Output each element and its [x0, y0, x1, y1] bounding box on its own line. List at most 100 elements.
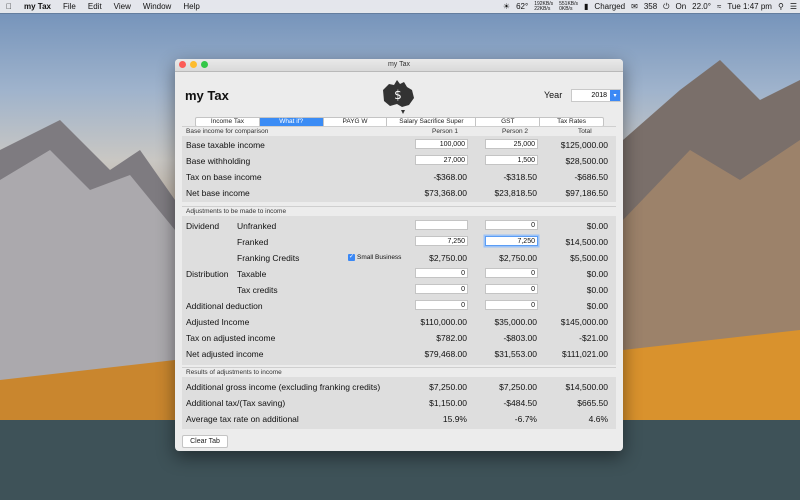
power-status[interactable]: On	[673, 2, 690, 11]
table-row: Additional deduction 0 0 $0.00	[182, 298, 616, 313]
row-p1: -$368.00	[433, 172, 467, 182]
battery-status[interactable]: Charged	[591, 2, 628, 11]
row-total: $5,500.00	[570, 253, 608, 263]
row-label: Tax credits	[237, 285, 278, 295]
minimize-button[interactable]	[190, 61, 197, 68]
app-window: my Tax my Tax $ Year 2018 ▾ Income Tax W…	[175, 59, 623, 451]
year-value: 2018	[591, 92, 607, 99]
edit-menu[interactable]: Edit	[82, 2, 108, 11]
table-row: Franked 7,250 7,250 $14,500.00	[182, 234, 616, 249]
tab-tax-rates[interactable]: Tax Rates	[540, 118, 603, 126]
apple-menu-icon[interactable]: 	[0, 2, 18, 11]
tab-salary-sacrifice-super[interactable]: Salary Sacrifice Super	[387, 118, 477, 126]
base-taxable-p1-field[interactable]: 100,000	[415, 139, 468, 149]
row-label: Franking Credits	[237, 253, 300, 263]
row-total: -$21.00	[579, 333, 608, 343]
table-row: Dividend Unfranked 0 $0.00	[182, 218, 616, 233]
chevron-down-icon[interactable]: ▾	[610, 90, 620, 101]
search-icon[interactable]: ⚲	[775, 2, 787, 11]
row-label: Net base income	[186, 188, 250, 198]
table-row: Base taxable income 100,000 25,000 $125,…	[182, 137, 616, 152]
temperature-readout[interactable]: 62°	[513, 2, 531, 11]
window-menu[interactable]: Window	[137, 2, 177, 11]
row-p1: 15.9%	[442, 414, 467, 424]
australia-map-logo-icon: $	[383, 80, 414, 114]
row-p2: $35,000.00	[494, 317, 537, 327]
row-p2: $2,750.00	[499, 253, 537, 263]
zoom-button[interactable]	[201, 61, 208, 68]
year-select[interactable]: 2018 ▾	[571, 89, 621, 102]
power-icon[interactable]: ⏻	[660, 2, 672, 12]
tab-gst[interactable]: GST	[476, 118, 541, 126]
row-total: $0.00	[586, 269, 608, 279]
app-menu[interactable]: my Tax	[18, 2, 57, 11]
unfranked-p1-field[interactable]	[415, 220, 468, 230]
weather-readout[interactable]: 22.0°	[689, 2, 714, 11]
distribution-label: Distribution	[186, 269, 229, 279]
mail-count[interactable]: 358	[641, 2, 660, 11]
base-withholding-p2-field[interactable]: 1,500	[485, 155, 538, 165]
taxcredits-p1-field[interactable]: 0	[415, 284, 468, 294]
small-business-checkbox[interactable]: ✓ Small Business	[348, 254, 401, 261]
taxcredits-p2-field[interactable]: 0	[485, 284, 538, 294]
status-area: ☀ 62° 192KB/s 22KB/s 551KB/s 0KB/s ▮ Charg…	[500, 1, 800, 12]
table-row: Additional gross income (excluding frank…	[182, 379, 616, 394]
clear-tab-button[interactable]: Clear Tab	[182, 435, 228, 448]
row-p1: $7,250.00	[429, 382, 467, 392]
mail-icon[interactable]: ✉	[628, 2, 641, 11]
tab-income-tax[interactable]: Income Tax	[196, 118, 260, 126]
checkmark-icon[interactable]: ✓	[348, 254, 355, 261]
view-menu[interactable]: View	[108, 2, 137, 11]
franked-p1-field[interactable]: 7,250	[415, 236, 468, 246]
tab-what-if[interactable]: What if?	[259, 118, 324, 126]
taxable-p1-field[interactable]: 0	[415, 268, 468, 278]
taxable-p2-field[interactable]: 0	[485, 268, 538, 278]
file-menu[interactable]: File	[57, 2, 82, 11]
adjust-section: Dividend Unfranked 0 $0.00 Franked 7,250…	[182, 216, 616, 365]
unfranked-p2-field[interactable]: 0	[485, 220, 538, 230]
tab-payg-w[interactable]: PAYG W	[324, 118, 388, 126]
results-section-header: Results of adjustments to income	[182, 367, 616, 377]
notification-center-icon[interactable]: ☰	[787, 2, 800, 11]
svg-text:$: $	[394, 88, 402, 102]
row-p1: $2,750.00	[429, 253, 467, 263]
window-titlebar[interactable]: my Tax	[175, 59, 623, 72]
row-p2: $31,553.00	[494, 349, 537, 359]
row-label: Net adjusted income	[186, 349, 264, 359]
adjust-header-label: Adjustments to be made to income	[186, 208, 287, 215]
row-total: $0.00	[586, 221, 608, 231]
close-button[interactable]	[179, 61, 186, 68]
help-menu[interactable]: Help	[177, 2, 205, 11]
additional-deduction-p1-field[interactable]: 0	[415, 300, 468, 310]
row-p2: -6.7%	[514, 414, 537, 424]
table-row: Additional tax/(Tax saving) $1,150.00 -$…	[182, 395, 616, 410]
base-withholding-p1-field[interactable]: 27,000	[415, 155, 468, 165]
row-total: $14,500.00	[565, 382, 608, 392]
wifi-icon[interactable]: ≈	[714, 2, 724, 11]
table-row: Adjusted Income $110,000.00 $35,000.00 $…	[182, 314, 616, 329]
row-label: Franked	[237, 237, 269, 247]
disk-readout[interactable]: 551KB/s 0KB/s	[556, 1, 581, 12]
row-label: Average tax rate on additional	[186, 414, 299, 424]
col-person1-label: Person 1	[432, 128, 459, 135]
clock[interactable]: Tue 1:47 pm	[724, 2, 775, 11]
adjust-section-header: Adjustments to be made to income	[182, 206, 616, 216]
franked-p2-field[interactable]: 7,250	[485, 236, 538, 246]
row-p2: -$803.00	[503, 333, 537, 343]
additional-deduction-p2-field[interactable]: 0	[485, 300, 538, 310]
table-row: Distribution Taxable 0 0 $0.00	[182, 266, 616, 281]
row-label: Additional deduction	[186, 301, 263, 311]
temperature-icon[interactable]: ☀	[500, 2, 513, 11]
row-p2: -$484.50	[503, 398, 537, 408]
row-total: 4.6%	[588, 414, 608, 424]
dividend-label: Dividend	[186, 221, 220, 231]
table-row: Franking Credits ✓ Small Business $2,750…	[182, 250, 616, 265]
row-label: Tax on adjusted income	[186, 333, 276, 343]
base-taxable-p2-field[interactable]: 25,000	[485, 139, 538, 149]
row-label: Additional tax/(Tax saving)	[186, 398, 286, 408]
table-row: Net adjusted income $79,468.00 $31,553.0…	[182, 346, 616, 361]
battery-icon[interactable]: ▮	[581, 2, 591, 11]
results-section: Additional gross income (excluding frank…	[182, 377, 616, 429]
window-content: my Tax $ Year 2018 ▾ Income Tax What if?…	[175, 72, 623, 451]
network-readout[interactable]: 192KB/s 22KB/s	[531, 1, 556, 12]
